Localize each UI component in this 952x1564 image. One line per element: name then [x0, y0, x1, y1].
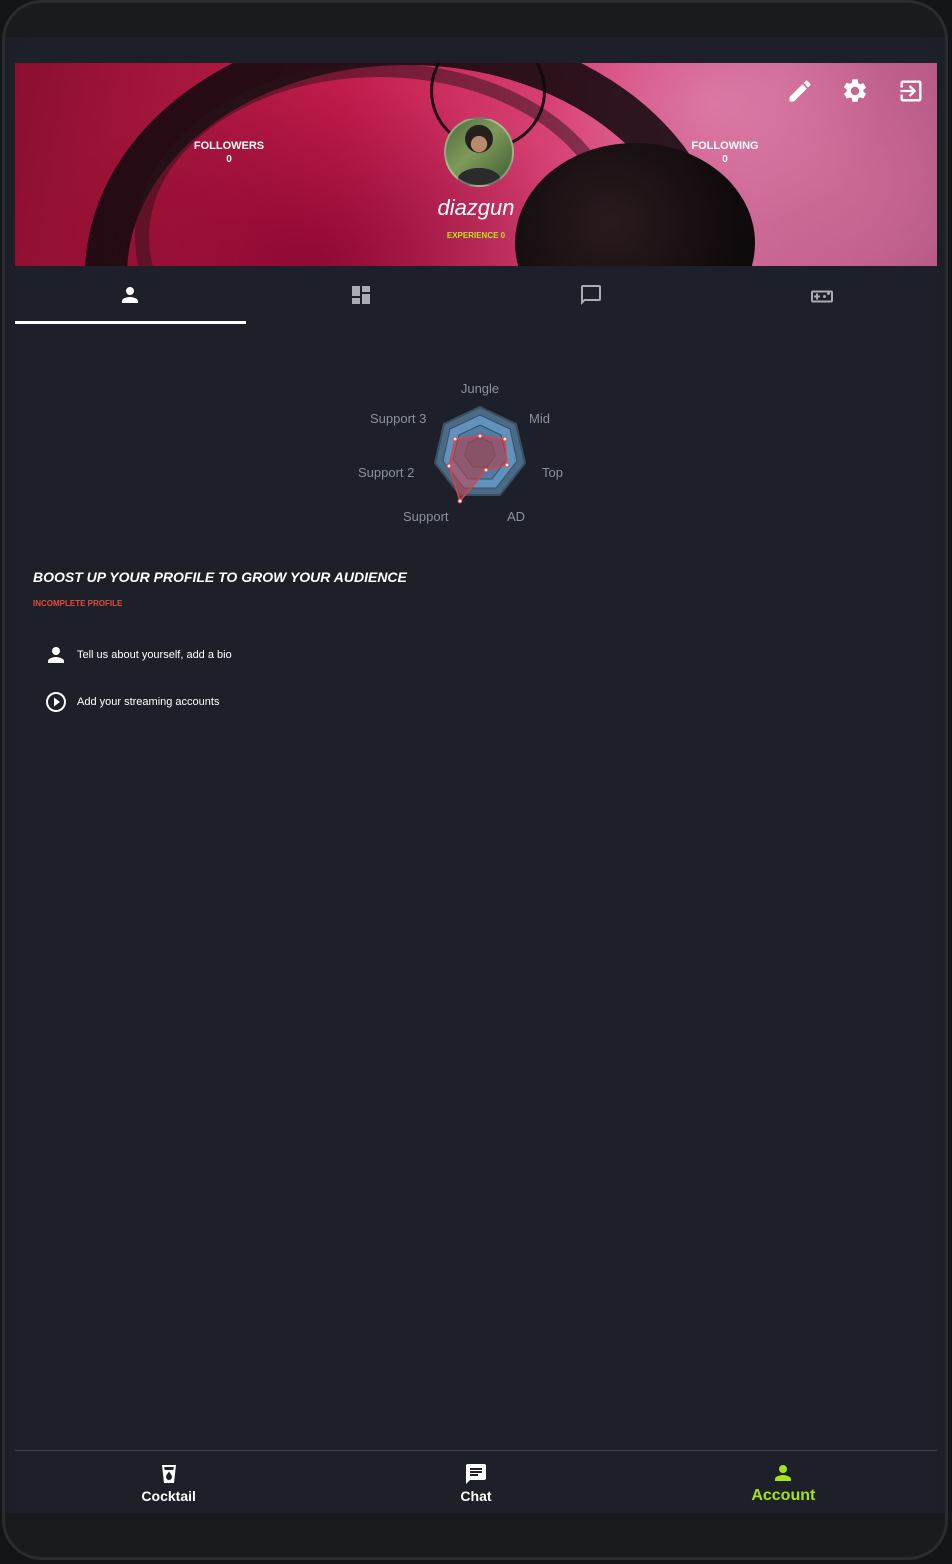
edit-profile-button[interactable] [786, 77, 814, 105]
task-add-streaming[interactable]: Add your streaming accounts [43, 689, 219, 715]
gear-icon [844, 79, 866, 102]
radar-point-mid [502, 436, 508, 442]
radar-point-jungle [477, 433, 483, 439]
dashboard-icon [351, 286, 370, 304]
following-stat[interactable]: FOLLOWING 0 [655, 139, 795, 167]
avatar[interactable] [444, 117, 514, 187]
settings-button[interactable] [841, 77, 869, 105]
account-icon [775, 1465, 792, 1481]
profile-header: FOLLOWERS 0 FOLLOWING 0 diazgun EXPERIEN… [15, 63, 937, 266]
chat-icon [465, 1464, 486, 1484]
username: diazgun [437, 195, 515, 220]
boost-title: BOOST UP YOUR PROFILE TO GROW YOUR AUDIE… [33, 569, 407, 585]
radar-axis-label-mid: Mid [529, 411, 550, 426]
radar-point-support-3 [452, 436, 458, 442]
device-top-bezel [5, 3, 945, 37]
radar-axis-label-support-2: Support 2 [358, 465, 414, 480]
cocktail-icon [161, 1465, 176, 1483]
followers-stat[interactable]: FOLLOWERS 0 [159, 139, 299, 167]
device-bottom-bezel [5, 1513, 945, 1557]
tab-profile[interactable] [15, 266, 246, 324]
nav-chat[interactable]: Chat [322, 1451, 629, 1515]
nav-label: Account [751, 1487, 816, 1504]
task-label: Tell us about yourself, add a bio [77, 649, 232, 661]
person-icon [122, 287, 139, 303]
radar-point-top [504, 462, 510, 468]
experience-badge: EXPERIENCE 0 [446, 231, 506, 240]
tab-chat[interactable] [476, 266, 707, 324]
person-icon [43, 642, 69, 668]
following-label: FOLLOWING [691, 140, 759, 152]
logout-icon [900, 80, 922, 102]
nav-cocktail[interactable]: Cocktail [15, 1451, 322, 1515]
nav-label: Cocktail [141, 1488, 196, 1504]
nav-label: Chat [460, 1488, 492, 1504]
bottom-navigation: Cocktail Chat Account [15, 1450, 937, 1515]
radar-axis-label-ad: AD [507, 509, 525, 524]
profile-tabs [15, 266, 937, 324]
following-count: 0 [722, 154, 728, 165]
task-add-bio[interactable]: Tell us about yourself, add a bio [43, 642, 232, 668]
tab-games[interactable] [707, 266, 938, 324]
status-bar [15, 37, 937, 63]
radar-point-support [457, 498, 463, 504]
tab-dashboard[interactable] [246, 266, 477, 324]
chat-bubble-icon [581, 285, 602, 305]
device-frame: FOLLOWERS 0 FOLLOWING 0 diazgun EXPERIEN… [2, 0, 948, 1560]
gamepad-icon [810, 290, 833, 303]
app-screen: FOLLOWERS 0 FOLLOWING 0 diazgun EXPERIEN… [15, 37, 937, 1515]
role-radar-chart: Jungle Mid Top AD Support Support 2 Supp… [358, 381, 563, 524]
followers-label: FOLLOWERS [193, 140, 265, 152]
logout-button[interactable] [897, 77, 925, 105]
nav-account[interactable]: Account [630, 1451, 937, 1515]
radar-axis-label-jungle: Jungle [461, 381, 499, 396]
radar-axis-label-support-3: Support 3 [370, 411, 426, 426]
followers-count: 0 [226, 154, 232, 165]
play-circle-icon [43, 689, 69, 715]
radar-point-ad [483, 467, 489, 473]
radar-axis-label-top: Top [542, 465, 563, 480]
incomplete-profile-label: INCOMPLETE PROFILE [33, 599, 123, 608]
pencil-icon [789, 80, 811, 102]
radar-point-support-2 [446, 463, 452, 469]
task-label: Add your streaming accounts [77, 696, 220, 708]
radar-axis-label-support: Support [403, 509, 449, 524]
